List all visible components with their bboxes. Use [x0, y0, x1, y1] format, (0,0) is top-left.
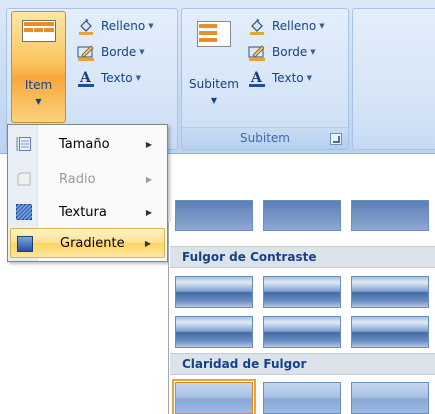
gallery-category-title: Claridad de Fulgor: [182, 357, 307, 371]
subitem-fill-button[interactable]: Relleno ▼: [248, 15, 325, 37]
gradient-swatch[interactable]: [351, 200, 429, 231]
item-text-button[interactable]: A Texto ▼: [77, 67, 141, 89]
gradient-swatch[interactable]: [263, 276, 341, 308]
gradient-swatch[interactable]: [263, 382, 341, 414]
gradient-swatch[interactable]: [351, 316, 429, 348]
gradient-swatch[interactable]: [351, 276, 429, 308]
menu-item-gradient-label: Gradiente: [60, 235, 125, 251]
gallery-category-title: Fulgor de Contraste: [182, 250, 317, 264]
gallery-category-header: Claridad de Fulgor: [170, 353, 435, 375]
gradient-swatch[interactable]: [263, 316, 341, 348]
radius-icon: [17, 172, 31, 186]
submenu-arrow-icon: ▶: [145, 207, 152, 217]
pencil-border-icon: [77, 45, 94, 61]
subitem-text-button[interactable]: A Texto ▼: [248, 67, 312, 89]
subitem-group-footer: Subitem: [182, 127, 348, 149]
menu-item-radius: Radio ▶: [10, 164, 165, 194]
shape-style-icon: [21, 20, 56, 45]
item-border-label: Borde: [101, 45, 137, 59]
menu-item-size[interactable]: Tamaño ▶: [10, 129, 165, 159]
gallery-category-header: Fulgor de Contraste: [170, 246, 435, 268]
item-fill-button[interactable]: Relleno ▼: [77, 15, 154, 37]
dialog-launcher-icon[interactable]: [330, 133, 342, 145]
item-fill-label: Relleno: [101, 19, 146, 33]
texture-icon: [16, 204, 32, 220]
subitem-fill-label: Relleno: [272, 19, 317, 33]
text-color-icon: A: [249, 70, 265, 87]
gradient-gallery: Fulgor de Contraste Claridad de Fulgor: [168, 200, 435, 414]
item-style-label: Item: [24, 78, 53, 92]
gradient-swatch-selected[interactable]: [172, 379, 256, 414]
chevron-down-icon: ▼: [135, 74, 142, 82]
chevron-down-icon: ▼: [139, 48, 145, 56]
submenu-arrow-icon: ▶: [145, 139, 152, 149]
gradient-swatch[interactable]: [263, 200, 341, 231]
chevron-down-icon: ▼: [35, 97, 42, 106]
menu-item-texture[interactable]: Textura ▶: [10, 197, 165, 227]
gradient-swatch[interactable]: [175, 276, 253, 308]
menu-item-texture-label: Textura: [59, 204, 107, 220]
gradient-icon: [17, 236, 33, 252]
subitem-text-label: Texto: [272, 71, 304, 85]
paint-bucket-icon: [250, 18, 264, 35]
item-style-menu: Tamaño ▶ Radio ▶ Textura ▶ Gradiente ▶: [7, 124, 168, 262]
subitem-style-button[interactable]: Subitem ▼: [186, 11, 242, 123]
submenu-arrow-icon: ▶: [145, 174, 152, 184]
chevron-down-icon: ▼: [148, 22, 154, 30]
subitem-border-button[interactable]: Borde ▼: [248, 41, 316, 63]
menu-item-size-label: Tamaño: [59, 136, 110, 152]
menu-item-gradient[interactable]: Gradiente ▶: [10, 228, 165, 258]
item-style-button[interactable]: Item ▼: [11, 11, 66, 123]
item-border-button[interactable]: Borde ▼: [77, 41, 145, 63]
subitem-border-label: Borde: [272, 45, 308, 59]
menu-item-radius-label: Radio: [59, 171, 96, 187]
ribbon-group-empty: [352, 8, 435, 150]
gradient-swatch[interactable]: [351, 382, 429, 414]
gradient-swatch[interactable]: [175, 200, 253, 231]
pencil-border-icon: [248, 45, 265, 61]
size-icon: [16, 137, 31, 151]
item-text-label: Texto: [101, 71, 133, 85]
text-color-icon: A: [78, 70, 94, 87]
submenu-arrow-icon: ▶: [144, 238, 151, 248]
svg-text:A: A: [79, 70, 92, 86]
subitem-group-label: Subitem: [240, 131, 290, 145]
chevron-down-icon: ▼: [306, 74, 313, 82]
ribbon-group-subitem: Subitem ▼ Relleno ▼ Borde ▼ A Texto ▼ Su…: [181, 8, 349, 150]
chevron-down-icon: ▼: [310, 48, 316, 56]
chevron-down-icon: ▼: [210, 96, 218, 105]
subitem-style-icon: [197, 21, 231, 50]
svg-text:A: A: [250, 70, 263, 86]
chevron-down-icon: ▼: [319, 22, 325, 30]
paint-bucket-icon: [79, 18, 93, 35]
gradient-swatch[interactable]: [175, 316, 253, 348]
subitem-style-label: Subitem: [189, 77, 239, 91]
